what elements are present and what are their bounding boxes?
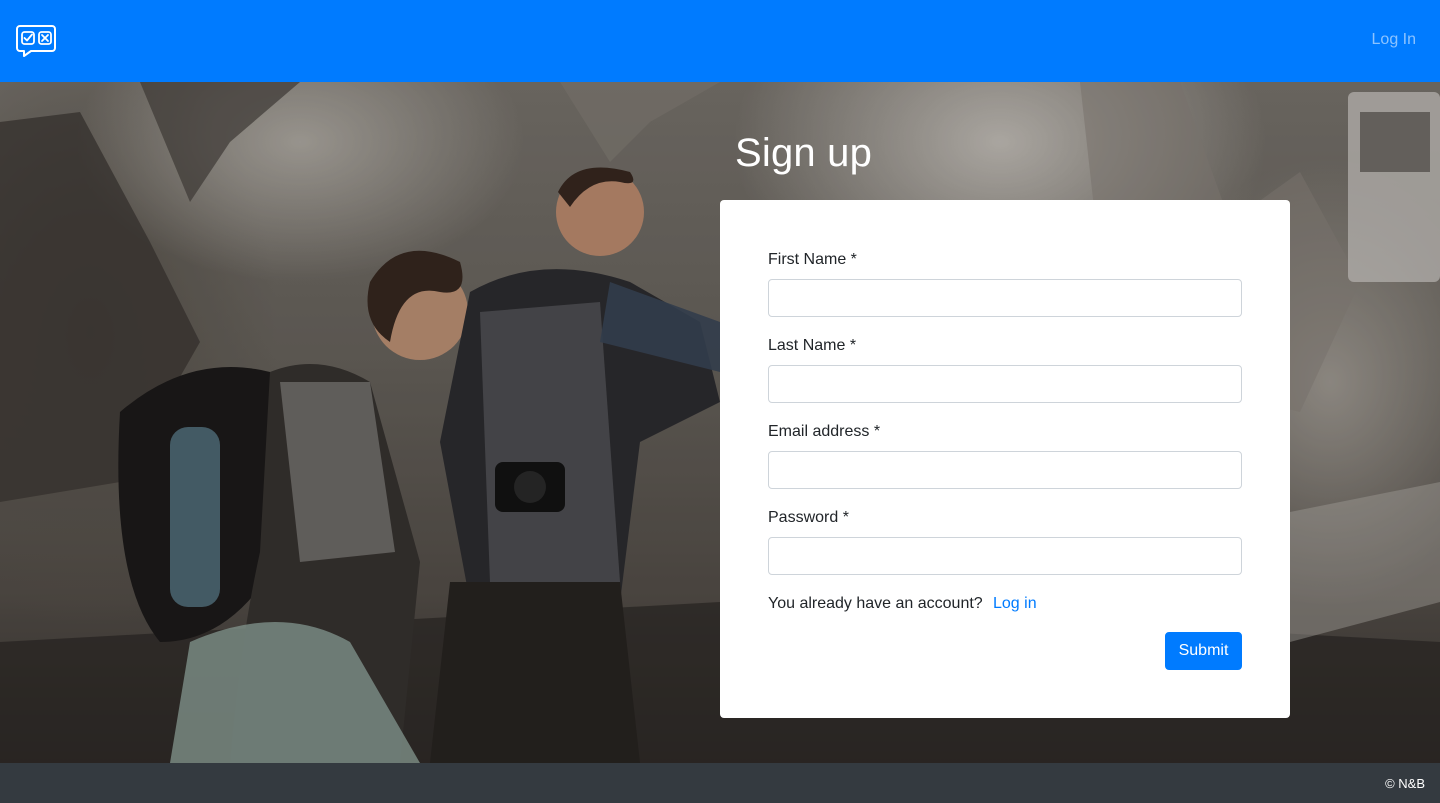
page-title: Sign up [735, 131, 873, 175]
top-navbar: Log In [0, 0, 1440, 82]
login-link[interactable]: Log in [993, 595, 1037, 613]
last-name-label: Last Name * [768, 337, 857, 354]
copyright-text: © N&B [1385, 776, 1425, 791]
signup-form-card: First Name * Last Name * Email address *… [720, 200, 1290, 718]
nav-login-link[interactable]: Log In [1372, 31, 1416, 49]
password-label: Password * [768, 509, 849, 526]
chat-check-x-icon[interactable] [15, 24, 57, 58]
submit-button[interactable]: Submit [1165, 632, 1242, 670]
email-input[interactable] [768, 451, 1242, 489]
password-input[interactable] [768, 537, 1242, 575]
email-label: Email address * [768, 423, 881, 440]
last-name-input[interactable] [768, 365, 1242, 403]
footer: © N&B [0, 763, 1440, 803]
first-name-label: First Name * [768, 251, 857, 268]
account-prompt-text: You already have an account? [768, 595, 983, 612]
first-name-input[interactable] [768, 279, 1242, 317]
